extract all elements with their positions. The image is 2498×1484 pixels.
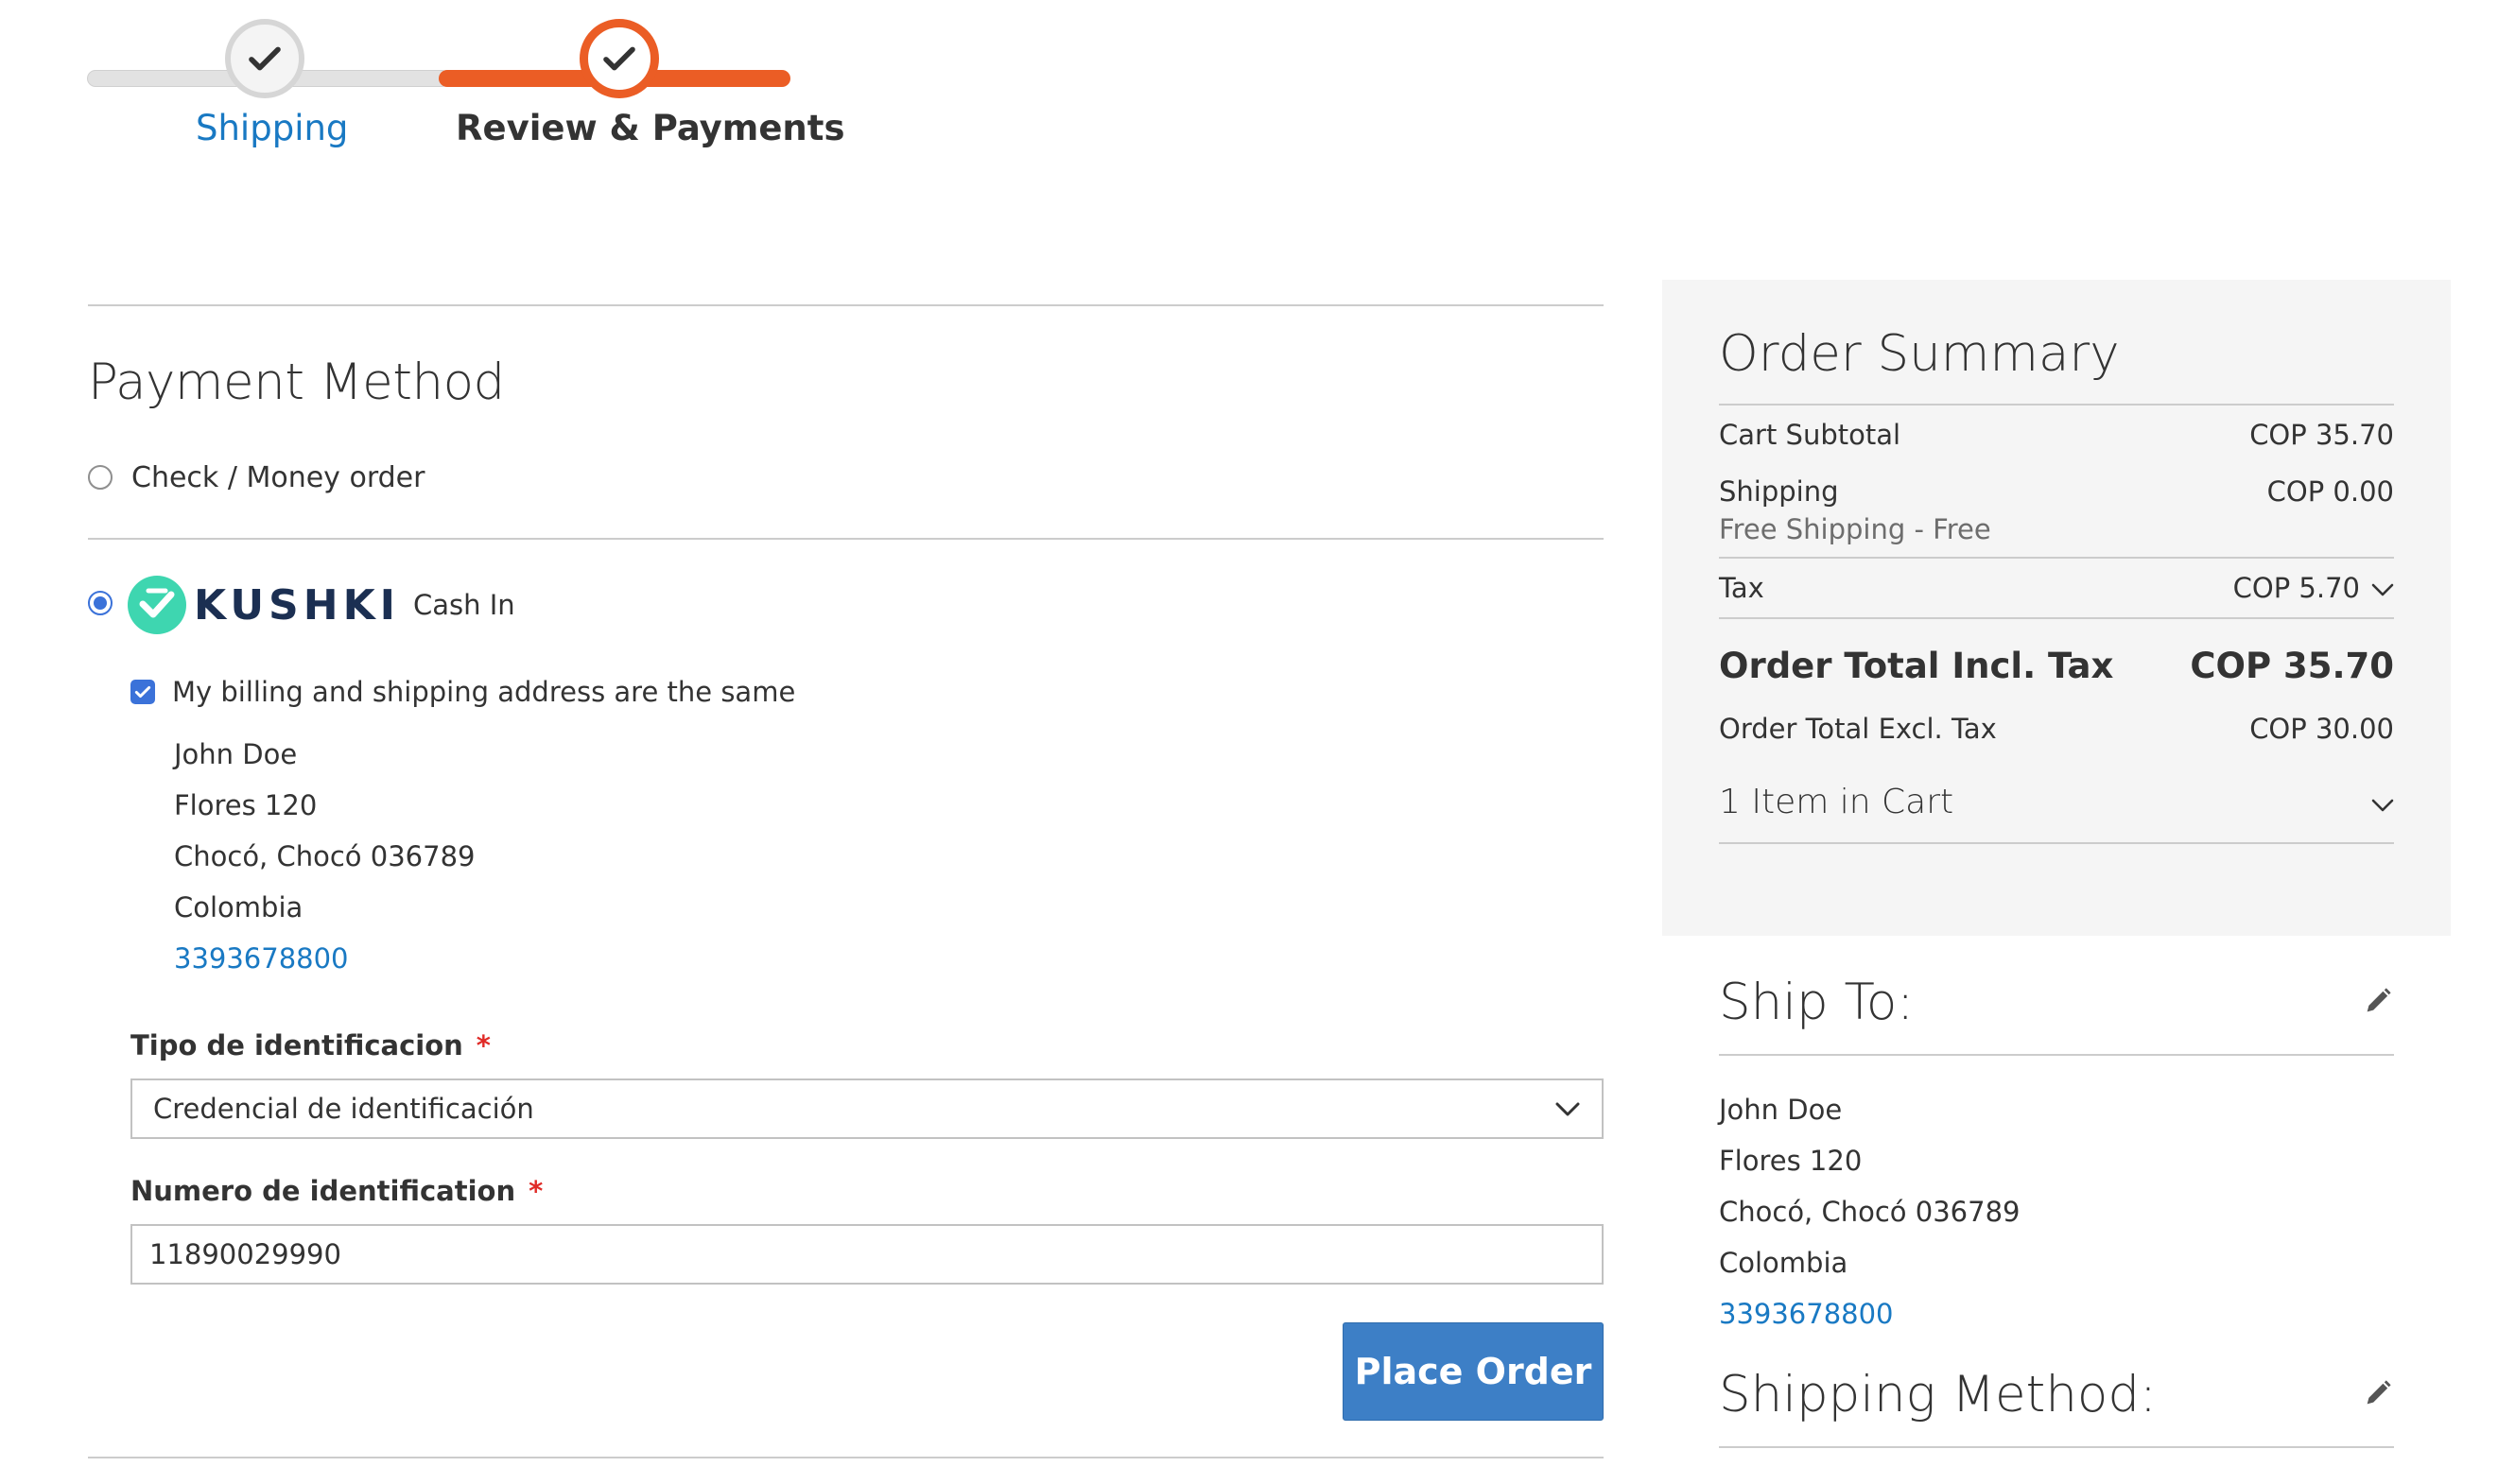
billing-street: Flores 120 [174,789,318,821]
cart-subtotal-value: COP 35.70 [2249,419,2394,451]
ship-to-address: John Doe Flores 120 Chocó, Chocó 036789 … [1719,1084,2394,1339]
ship-to-city: Chocó, Chocó 036789 [1719,1196,2021,1228]
shipping-value: COP 0.00 [2266,475,2394,508]
id-number-label: Numero de identification * [130,1175,1604,1207]
payment-method-section: Payment Method Check / Money order KUSHK… [88,304,1604,1458]
divider [88,304,1604,306]
cart-subtotal-label: Cart Subtotal [1719,419,1901,451]
order-total-excl-row: Order Total Excl. Tax COP 30.00 [1719,713,2394,745]
shipping-detail: Free Shipping - Free [1719,513,1991,545]
ship-to-phone-link[interactable]: 3393678800 [1719,1288,2394,1339]
required-mark: * [476,1029,491,1061]
checkout-progress-bar: Shipping Review & Payments [87,17,844,159]
divider [1719,404,2394,406]
step-review-check-icon [580,19,659,98]
same-address-label[interactable]: My billing and shipping address are the … [172,676,795,708]
shipping-method-header: Shipping Method: [1719,1366,2394,1424]
order-summary-title: Order Summary [1719,325,2120,383]
tax-label: Tax [1719,572,1764,604]
tax-row[interactable]: Tax COP 5.70 [1719,572,2394,604]
shipping-label: Shipping [1719,475,1839,508]
cart-subtotal-row: Cart Subtotal COP 35.70 [1719,419,2394,451]
actions-toolbar: Place Order [130,1322,1604,1421]
step-shipping-check-icon[interactable] [225,19,304,98]
step-shipping-link[interactable]: Shipping [196,108,348,148]
checkmo-radio[interactable] [88,465,113,490]
same-address-checkbox[interactable] [130,680,155,704]
edit-pencil-icon[interactable] [2362,985,2394,1021]
ship-to-block: Ship To: John Doe Flores 120 Chocó, Choc… [1719,974,2394,1448]
payment-option-checkmo[interactable]: Check / Money order [88,449,1604,506]
tax-value: COP 5.70 [2232,572,2360,604]
ship-to-title: Ship To: [1719,974,1915,1031]
billing-phone-link[interactable]: 3393678800 [174,933,1604,984]
ship-to-street: Flores 120 [1719,1145,1863,1177]
shipping-method-title: Shipping Method: [1719,1366,2157,1424]
order-total-excl-label: Order Total Excl. Tax [1719,713,1997,745]
step-review-payments-label: Review & Payments [456,108,845,148]
divider [88,1457,1604,1458]
divider [1719,1446,2394,1448]
id-type-label-text: Tipo de identificacion [130,1029,463,1061]
payment-option-kushki-cashin[interactable]: KUSHKI Cash In [88,572,1604,638]
divider [1719,842,2394,844]
shipping-row: Shipping COP 0.00 Free Shipping - Free [1719,475,2394,545]
billing-country: Colombia [174,891,304,923]
order-summary: Order Summary Cart Subtotal COP 35.70 Sh… [1662,280,2451,936]
payment-method-title: Payment Method [88,354,505,411]
kushki-payment-form: My billing and shipping address are the … [130,676,1604,1421]
required-mark: * [529,1175,544,1207]
kushki-wordmark: KUSHKI [194,580,401,630]
billing-name: John Doe [174,738,298,770]
order-total-incl-row: Order Total Incl. Tax COP 35.70 [1719,646,2394,686]
edit-pencil-icon[interactable] [2362,1377,2394,1413]
order-total-excl-value: COP 30.00 [2249,713,2394,745]
divider [1719,557,2394,559]
tax-chevron-down-icon[interactable] [2371,572,2394,604]
ship-to-header: Ship To: [1719,974,2394,1031]
order-total-incl-value: COP 35.70 [2190,646,2394,686]
items-in-cart-toggle[interactable]: 1 Item in Cart [1719,783,2394,821]
ship-to-country: Colombia [1719,1247,1848,1279]
kushki-logo: KUSHKI [128,576,400,634]
checkmo-label[interactable]: Check / Money order [131,461,425,494]
kushki-mark-icon [128,576,186,634]
id-number-label-text: Numero de identification [130,1175,516,1207]
chevron-down-icon [1554,1093,1581,1125]
id-number-input[interactable]: 11890029990 [130,1224,1604,1285]
divider [88,538,1604,540]
divider [1719,617,2394,619]
id-type-label: Tipo de identificacion * [130,1029,1604,1061]
same-address-toggle[interactable]: My billing and shipping address are the … [130,676,1604,708]
ship-to-name: John Doe [1719,1094,1843,1126]
billing-city: Chocó, Chocó 036789 [174,840,476,872]
divider [1719,1054,2394,1056]
items-in-cart-label[interactable]: 1 Item in Cart [1719,783,1953,821]
order-total-incl-label: Order Total Incl. Tax [1719,646,2114,686]
cart-chevron-down-icon[interactable] [2371,783,2394,821]
kushki-cashin-label[interactable]: Cash In [413,589,515,621]
place-order-button[interactable]: Place Order [1343,1322,1604,1421]
id-number-value: 11890029990 [149,1238,341,1270]
id-type-select[interactable]: Credencial de identificación [130,1078,1604,1139]
kushki-radio[interactable] [88,591,113,615]
billing-address: John Doe Flores 120 Chocó, Chocó 036789 … [174,729,1604,984]
id-type-selected-value: Credencial de identificación [153,1093,534,1125]
